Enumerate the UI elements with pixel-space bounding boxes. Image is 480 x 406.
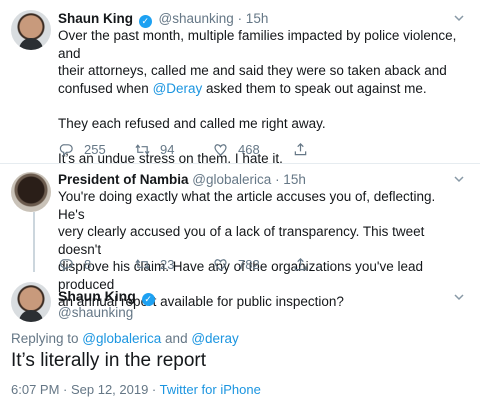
divider bbox=[0, 163, 480, 164]
retweet-count: 94 bbox=[160, 141, 175, 157]
display-name[interactable]: Shaun King bbox=[58, 288, 136, 304]
tweet-header: President of Nambia @globalerica · 15h bbox=[58, 172, 306, 187]
like-button[interactable]: 782 bbox=[213, 255, 260, 273]
handle[interactable]: @shaunking bbox=[159, 11, 234, 26]
reply-icon bbox=[59, 258, 73, 272]
chevron-down-icon[interactable] bbox=[452, 290, 466, 304]
retweet-button[interactable]: 23 bbox=[135, 255, 174, 273]
share-icon bbox=[294, 142, 307, 155]
mention-link[interactable]: @globalerica bbox=[82, 331, 161, 346]
retweet-count: 23 bbox=[160, 256, 175, 272]
like-icon bbox=[214, 143, 227, 156]
retweet-button[interactable]: 94 bbox=[135, 140, 174, 158]
chevron-down-icon[interactable] bbox=[452, 172, 466, 186]
handle[interactable]: @globalerica bbox=[192, 172, 271, 187]
display-name[interactable]: President of Nambia bbox=[58, 172, 189, 187]
reply-count: 8 bbox=[84, 256, 92, 272]
avatar[interactable] bbox=[11, 172, 51, 212]
tweet-header: Shaun King ✓ @shaunking · 15h bbox=[58, 11, 268, 28]
handle[interactable]: @shaunking bbox=[58, 305, 133, 320]
like-count: 468 bbox=[238, 141, 260, 157]
thread-line bbox=[33, 212, 35, 272]
timestamp[interactable]: · 15h bbox=[275, 172, 306, 187]
share-button[interactable] bbox=[293, 140, 318, 158]
timestamp[interactable]: · 15h bbox=[238, 11, 269, 26]
chevron-down-icon[interactable] bbox=[452, 11, 466, 25]
main-handle: @shaunking bbox=[58, 305, 133, 320]
reply-count: 255 bbox=[84, 141, 106, 157]
like-count: 782 bbox=[238, 256, 260, 272]
reply-button[interactable]: 8 bbox=[59, 255, 91, 273]
replying-to: Replying to @globalerica and @deray bbox=[11, 331, 239, 346]
share-icon bbox=[294, 257, 307, 270]
like-button[interactable]: 468 bbox=[213, 140, 260, 158]
retweet-icon bbox=[135, 258, 150, 270]
reply-icon bbox=[59, 143, 73, 157]
avatar[interactable] bbox=[11, 282, 51, 322]
display-name[interactable]: Shaun King bbox=[58, 11, 133, 26]
avatar[interactable] bbox=[11, 10, 51, 50]
mention-link[interactable]: @Deray bbox=[153, 81, 203, 96]
main-tweet-header: Shaun King ✓ bbox=[58, 288, 158, 306]
share-button[interactable] bbox=[293, 255, 318, 273]
source-link[interactable]: Twitter for iPhone bbox=[160, 382, 261, 397]
main-tweet-text: It’s literally in the report bbox=[11, 350, 207, 371]
tweet-meta: 6:07 PM · Sep 12, 2019 · Twitter for iPh… bbox=[11, 382, 261, 397]
verified-icon: ✓ bbox=[141, 293, 155, 306]
tweet-text: Over the past month, multiple families i… bbox=[58, 28, 457, 166]
retweet-icon bbox=[135, 143, 150, 155]
timestamp[interactable]: 6:07 PM · Sep 12, 2019 · bbox=[11, 382, 160, 397]
like-icon bbox=[214, 258, 227, 271]
reply-button[interactable]: 255 bbox=[59, 140, 106, 158]
mention-link[interactable]: @deray bbox=[191, 331, 238, 346]
